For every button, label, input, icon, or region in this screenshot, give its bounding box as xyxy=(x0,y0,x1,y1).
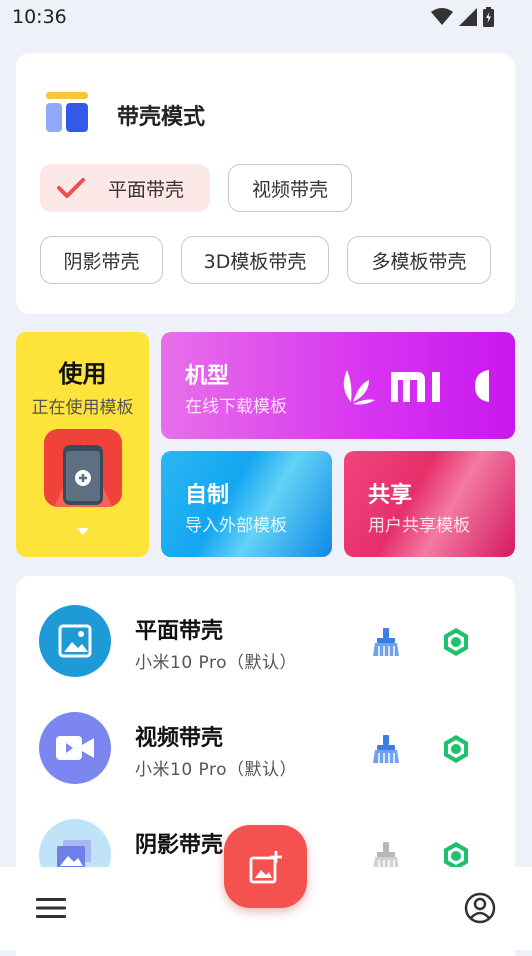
mi-logo xyxy=(391,372,440,402)
list-item-video[interactable]: 视频带壳 小米10 Pro（默认） xyxy=(16,683,515,784)
mode-option-3d[interactable]: 3D模板带壳 xyxy=(181,236,329,284)
mode-option-label: 视频带壳 xyxy=(251,178,328,201)
brand-logos xyxy=(343,370,489,405)
add-image-button[interactable] xyxy=(224,825,307,908)
tile-use-title: 使用 xyxy=(58,360,107,388)
broom-icon[interactable] xyxy=(370,733,402,765)
mode-option-label: 阴影带壳 xyxy=(63,250,140,273)
list-item-name: 视频带壳 xyxy=(135,726,224,751)
mode-option-label: 平面带壳 xyxy=(108,178,185,201)
broom-icon[interactable] xyxy=(370,626,402,658)
tile-share[interactable]: 共享 用户共享模板 xyxy=(344,451,515,557)
chevron-down-icon[interactable] xyxy=(77,528,89,536)
list-item-device: 小米10 Pro（默认） xyxy=(135,653,298,673)
account-icon[interactable] xyxy=(463,891,497,925)
hexagon-settings-icon[interactable] xyxy=(440,626,472,658)
image-icon xyxy=(39,605,111,677)
tile-diy-subtitle: 导入外部模板 xyxy=(185,516,287,536)
list-item-name: 阴影带壳 xyxy=(135,833,224,858)
menu-icon[interactable] xyxy=(34,895,68,921)
status-bar: 10:36 xyxy=(0,0,532,36)
signal-icon xyxy=(459,8,477,26)
video-camera-icon xyxy=(39,712,111,784)
tile-model-title: 机型 xyxy=(185,364,230,389)
tile-use-subtitle: 正在使用模板 xyxy=(31,398,134,418)
tile-share-title: 共享 xyxy=(368,483,413,508)
add-photo-icon xyxy=(249,850,282,883)
tile-share-subtitle: 用户共享模板 xyxy=(368,516,470,536)
mode-option-video[interactable]: 视频带壳 xyxy=(228,164,352,212)
mode-option-label: 3D模板带壳 xyxy=(203,250,307,273)
battery-charging-icon xyxy=(483,7,494,27)
layout-template-icon xyxy=(46,92,88,132)
phone-template-icon xyxy=(44,429,122,507)
tile-diy-title: 自制 xyxy=(185,483,230,508)
tile-model[interactable]: 机型 在线下载模板 xyxy=(161,332,515,439)
check-icon xyxy=(57,178,85,198)
mode-card: 带壳模式 平面带壳 视频带壳 阴影带壳 3D模板带壳 多模板带壳 xyxy=(16,53,515,314)
hexagon-settings-icon[interactable] xyxy=(440,733,472,765)
tile-diy[interactable]: 自制 导入外部模板 xyxy=(161,451,332,557)
huawei-logo xyxy=(343,370,375,405)
status-icons xyxy=(431,7,494,27)
mode-option-multi[interactable]: 多模板带壳 xyxy=(347,236,491,284)
status-time: 10:36 xyxy=(12,6,67,28)
list-item-flat[interactable]: 平面带壳 小米10 Pro（默认） xyxy=(16,576,515,677)
mode-title: 带壳模式 xyxy=(117,105,206,130)
tile-use[interactable]: 使用 正在使用模板 xyxy=(16,332,149,557)
mode-option-label: 多模板带壳 xyxy=(371,250,467,273)
wifi-icon xyxy=(431,8,453,25)
mode-option-shadow[interactable]: 阴影带壳 xyxy=(40,236,163,284)
list-item-name: 平面带壳 xyxy=(135,619,224,644)
tile-model-subtitle: 在线下载模板 xyxy=(185,397,287,417)
list-item-device: 小米10 Pro（默认） xyxy=(135,760,298,780)
mode-option-flat[interactable]: 平面带壳 xyxy=(40,164,210,212)
partial-logo xyxy=(475,370,489,402)
